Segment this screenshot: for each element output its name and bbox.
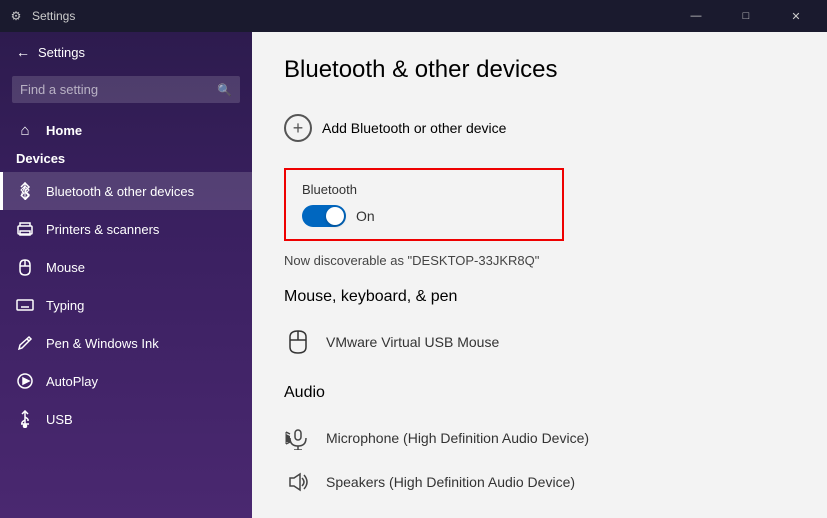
mouse-keyboard-heading: Mouse, keyboard, & pen	[284, 288, 795, 306]
sidebar-item-usb[interactable]: USB	[0, 400, 252, 438]
sidebar-pen-label: Pen & Windows Ink	[46, 336, 159, 351]
bluetooth-toggle[interactable]	[302, 205, 346, 227]
autoplay-icon	[16, 372, 34, 390]
sidebar-item-typing[interactable]: Typing	[0, 286, 252, 324]
maximize-button[interactable]: □	[723, 0, 769, 32]
sidebar-usb-label: USB	[46, 412, 73, 427]
pen-icon	[16, 334, 34, 352]
titlebar-controls: — □ ✕	[673, 0, 819, 32]
discoverable-text: Now discoverable as "DESKTOP-33JKR8Q"	[284, 253, 795, 268]
speakers-icon	[284, 468, 312, 496]
list-item: Speakers (High Definition Audio Device)	[284, 460, 795, 504]
microphone-device-name: Microphone (High Definition Audio Device…	[326, 430, 589, 446]
toggle-row: On	[302, 205, 546, 227]
titlebar-left: ⚙ Settings	[8, 8, 75, 24]
back-arrow-icon: ←	[16, 44, 30, 60]
bluetooth-toggle-label: On	[356, 208, 375, 224]
main-layout: ← Settings 🔍 ⌂ Home Devices Bluetooth	[0, 32, 827, 518]
bluetooth-section-label: Bluetooth	[302, 182, 546, 197]
sidebar-typing-label: Typing	[46, 298, 84, 313]
search-input[interactable]	[20, 82, 209, 97]
bluetooth-section: Bluetooth On	[284, 168, 564, 241]
audio-heading: Audio	[284, 384, 795, 402]
list-item: VMware Virtual USB Mouse	[284, 320, 795, 364]
sidebar-item-autoplay[interactable]: AutoPlay	[0, 362, 252, 400]
search-icon: 🔍	[217, 83, 232, 97]
titlebar: ⚙ Settings — □ ✕	[0, 0, 827, 32]
sidebar-mouse-label: Mouse	[46, 260, 85, 275]
usb-icon	[16, 410, 34, 428]
minimize-button[interactable]: —	[673, 0, 719, 32]
search-box[interactable]: 🔍	[12, 76, 240, 103]
sidebar: ← Settings 🔍 ⌂ Home Devices Bluetooth	[0, 32, 252, 518]
sidebar-section-devices: Devices	[0, 145, 252, 172]
mouse-icon	[16, 258, 34, 276]
sidebar-item-mouse[interactable]: Mouse	[0, 248, 252, 286]
nav-back[interactable]: ← Settings	[0, 32, 252, 72]
microphone-icon	[284, 424, 312, 452]
audio-section: Audio Microphone (High Defin	[284, 384, 795, 504]
home-icon: ⌂	[16, 121, 34, 139]
nav-back-label: Settings	[38, 45, 85, 60]
close-button[interactable]: ✕	[773, 0, 819, 32]
page-title: Bluetooth & other devices	[284, 56, 795, 84]
list-item: Microphone (High Definition Audio Device…	[284, 416, 795, 460]
mouse-device-name: VMware Virtual USB Mouse	[326, 334, 499, 350]
content-area: Bluetooth & other devices + Add Bluetoot…	[252, 32, 827, 518]
typing-icon	[16, 296, 34, 314]
sidebar-item-printers[interactable]: Printers & scanners	[0, 210, 252, 248]
mouse-device-icon	[284, 328, 312, 356]
sidebar-item-bluetooth[interactable]: Bluetooth & other devices	[0, 172, 252, 210]
speakers-device-name: Speakers (High Definition Audio Device)	[326, 474, 575, 490]
add-device-button[interactable]: + Add Bluetooth or other device	[284, 104, 506, 152]
toggle-thumb	[326, 207, 344, 225]
add-device-label: Add Bluetooth or other device	[322, 120, 506, 136]
settings-app-icon: ⚙	[8, 8, 24, 24]
sidebar-home[interactable]: ⌂ Home	[0, 115, 252, 145]
sidebar-printers-label: Printers & scanners	[46, 222, 159, 237]
titlebar-title: Settings	[32, 9, 75, 23]
sidebar-autoplay-label: AutoPlay	[46, 374, 98, 389]
sidebar-bluetooth-label: Bluetooth & other devices	[46, 184, 194, 199]
mouse-keyboard-section: Mouse, keyboard, & pen VMware Virtual US…	[284, 288, 795, 364]
sidebar-home-label: Home	[46, 123, 82, 138]
printer-icon	[16, 220, 34, 238]
sidebar-item-pen[interactable]: Pen & Windows Ink	[0, 324, 252, 362]
add-circle-icon: +	[284, 114, 312, 142]
bluetooth-icon	[16, 182, 34, 200]
